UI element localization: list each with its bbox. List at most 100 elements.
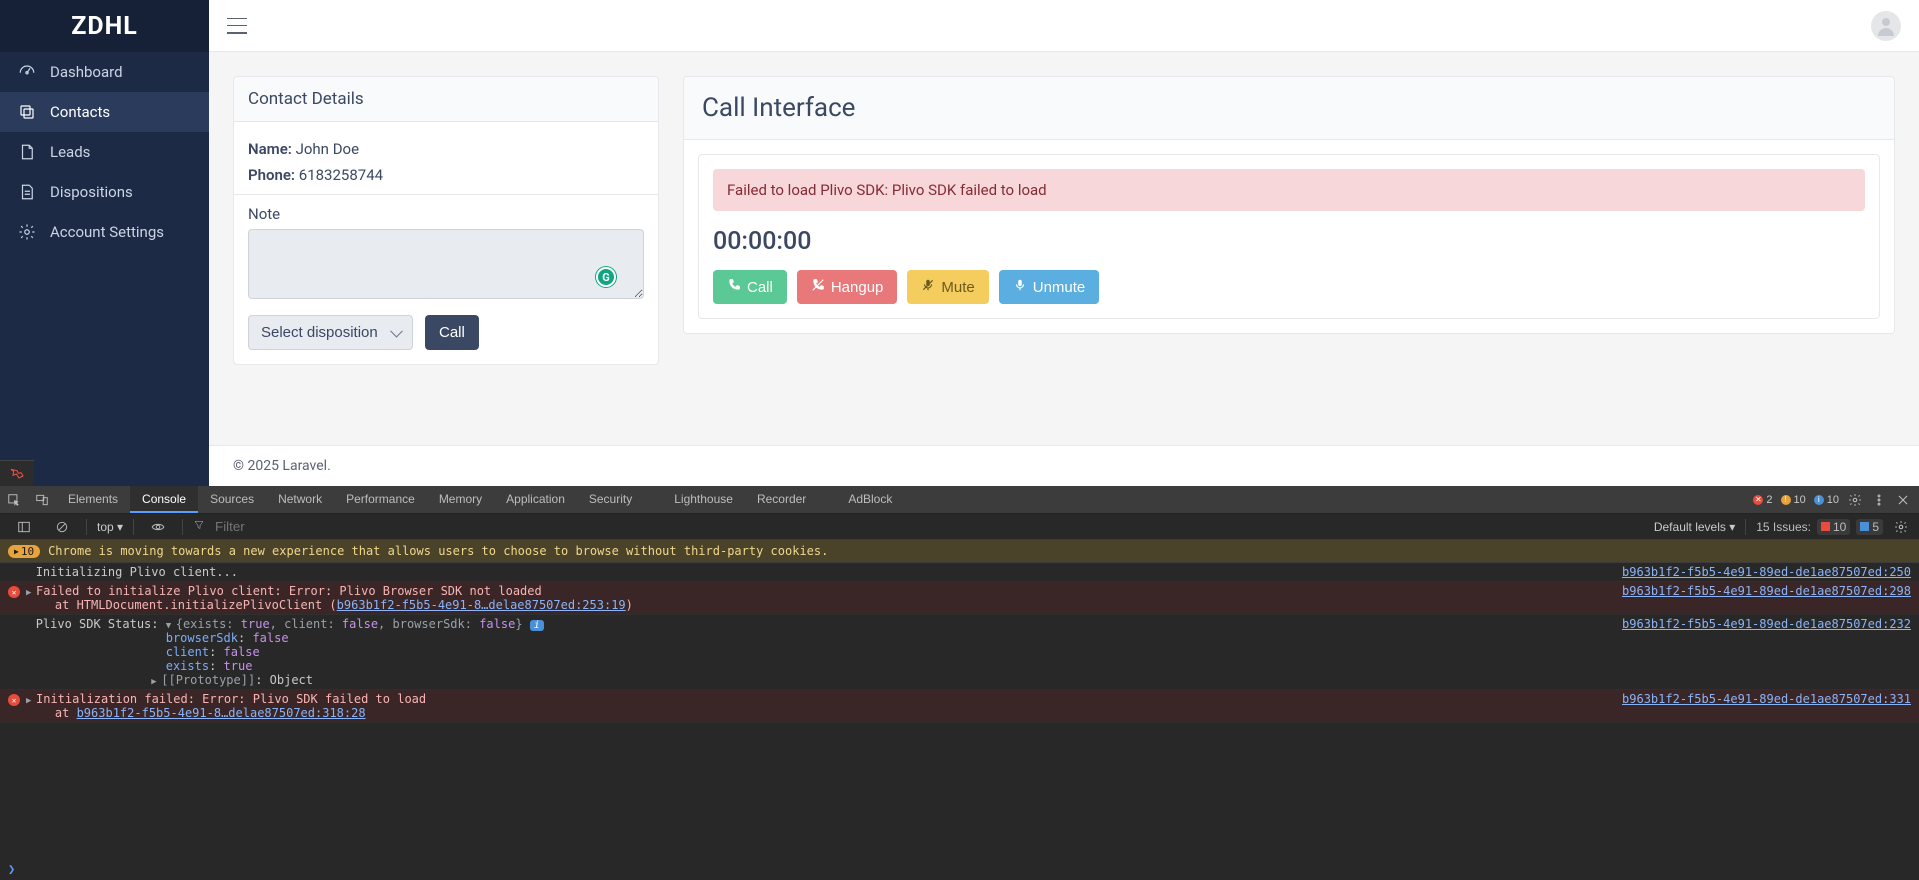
console-settings-icon[interactable] xyxy=(1893,519,1909,535)
issues-summary[interactable]: 15 Issues: 10 5 xyxy=(1756,519,1883,535)
info-badge[interactable]: i10 xyxy=(1814,494,1839,506)
tab-lighthouse[interactable]: Lighthouse xyxy=(662,486,745,513)
call-button[interactable]: Call xyxy=(425,315,479,350)
sidebar-item-dispositions[interactable]: Dispositions xyxy=(0,172,209,212)
sidebar-item-label: Dispositions xyxy=(50,183,133,201)
topbar xyxy=(209,0,1919,52)
sidebar: ZDHL Dashboard Contacts Leads Dispositio… xyxy=(0,0,209,486)
laravel-debugbar-icon[interactable] xyxy=(0,460,34,486)
stack-link[interactable]: b963b1f2-f5b5-4e91-8…delae87507ed:318:28 xyxy=(77,706,366,720)
card-header: Call Interface xyxy=(684,77,1894,140)
live-expression-icon[interactable] xyxy=(144,520,172,534)
call-interface-card: Call Interface Failed to load Plivo SDK:… xyxy=(683,76,1895,334)
name-label: Name: xyxy=(248,140,292,158)
footer: © 2025 Laravel. xyxy=(209,445,1919,486)
phone-icon xyxy=(727,278,741,296)
sidebar-item-label: Account Settings xyxy=(50,223,164,241)
button-label: Hangup xyxy=(831,279,884,296)
source-link[interactable]: b963b1f2-f5b5-4e91-89ed-de1ae87507ed:232 xyxy=(1622,617,1911,631)
grammarly-icon[interactable]: G xyxy=(596,267,616,287)
tab-memory[interactable]: Memory xyxy=(427,486,494,513)
console-prompt[interactable]: ❯ xyxy=(0,858,1919,880)
document-lines-icon xyxy=(18,183,36,201)
call-panel: Failed to load Plivo SDK: Plivo SDK fail… xyxy=(698,154,1880,319)
name-value: John Doe xyxy=(296,140,359,158)
mic-slash-icon xyxy=(921,278,935,296)
log-entry-object: Plivo SDK Status: ▼{exists: true, client… xyxy=(0,615,1919,690)
log-levels-select[interactable]: Default levels ▾ xyxy=(1654,520,1735,534)
sidebar-item-account-settings[interactable]: Account Settings xyxy=(0,212,209,252)
brand-logo: ZDHL xyxy=(0,0,209,52)
tab-sources[interactable]: Sources xyxy=(198,486,266,513)
filter-input[interactable] xyxy=(215,519,315,534)
avatar[interactable] xyxy=(1871,11,1901,41)
log-entry-error: ✕ ▶Initialization failed: Error: Plivo S… xyxy=(0,690,1919,723)
contact-name-row: Name: John Doe xyxy=(248,140,644,158)
tab-adblock[interactable]: AdBlock xyxy=(836,486,904,513)
devtools-more-icon[interactable] xyxy=(1871,492,1887,508)
error-badge[interactable]: ✕2 xyxy=(1753,494,1772,506)
note-textarea[interactable] xyxy=(248,229,644,299)
mic-icon xyxy=(1013,278,1027,296)
contact-details-card: Contact Details Name: John Doe Phone: 61… xyxy=(233,76,659,365)
stack-link[interactable]: b963b1f2-f5b5-4e91-8…delae87507ed:253:19 xyxy=(337,598,626,612)
banner-text: Chrome is moving towards a new experienc… xyxy=(48,544,828,558)
gauge-icon xyxy=(18,63,36,81)
source-link[interactable]: b963b1f2-f5b5-4e91-89ed-de1ae87507ed:331 xyxy=(1622,692,1911,706)
source-link[interactable]: b963b1f2-f5b5-4e91-89ed-de1ae87507ed:298 xyxy=(1622,584,1911,598)
button-label: Unmute xyxy=(1033,279,1086,296)
divider xyxy=(234,194,658,195)
console-sidebar-toggle-icon[interactable] xyxy=(10,520,38,534)
tab-security[interactable]: Security xyxy=(577,486,644,513)
tab-application[interactable]: Application xyxy=(494,486,577,513)
cookie-banner: 10 Chrome is moving towards a new experi… xyxy=(0,540,1919,563)
sidebar-item-dashboard[interactable]: Dashboard xyxy=(0,52,209,92)
document-icon xyxy=(18,143,36,161)
devtools-tabs: Elements Console Sources Network Perform… xyxy=(0,486,1919,514)
warning-badge[interactable]: !10 xyxy=(1781,494,1806,506)
source-link[interactable]: b963b1f2-f5b5-4e91-89ed-de1ae87507ed:250 xyxy=(1622,565,1911,579)
context-selector[interactable]: top ▾ xyxy=(97,520,123,534)
inspect-icon[interactable] xyxy=(0,486,28,513)
devtools-settings-icon[interactable] xyxy=(1847,492,1863,508)
button-label: Call xyxy=(747,279,773,296)
sidebar-item-leads[interactable]: Leads xyxy=(0,132,209,172)
clear-console-icon[interactable] xyxy=(48,520,76,534)
sidebar-item-label: Contacts xyxy=(50,103,110,121)
tab-console[interactable]: Console xyxy=(130,486,198,513)
phone-value: 6183258744 xyxy=(299,166,383,184)
copy-icon xyxy=(18,103,36,121)
device-toggle-icon[interactable] xyxy=(28,486,56,513)
devtools-close-icon[interactable] xyxy=(1895,492,1911,508)
console-toolbar: top ▾ Default levels ▾ 15 Issues: 10 5 xyxy=(0,514,1919,540)
unmute-button[interactable]: Unmute xyxy=(999,270,1100,304)
tab-elements[interactable]: Elements xyxy=(56,486,130,513)
contact-phone-row: Phone: 6183258744 xyxy=(248,166,644,184)
mute-button[interactable]: Mute xyxy=(907,270,988,304)
sidebar-item-contacts[interactable]: Contacts xyxy=(0,92,209,132)
hamburger-icon[interactable] xyxy=(227,18,247,34)
disposition-select[interactable]: Select disposition xyxy=(248,315,413,350)
phone-label: Phone: xyxy=(248,166,295,184)
hangup-button[interactable]: Hangup xyxy=(797,270,898,304)
log-entry: Initializing Plivo client... b963b1f2-f5… xyxy=(0,563,1919,582)
filter-icon xyxy=(193,519,205,534)
tab-recorder[interactable]: Recorder xyxy=(745,486,818,513)
error-icon: ✕ xyxy=(8,586,20,598)
banner-count[interactable]: 10 xyxy=(8,545,40,558)
console-log[interactable]: Initializing Plivo client... b963b1f2-f5… xyxy=(0,563,1919,858)
sidebar-item-label: Dashboard xyxy=(50,63,123,81)
sidebar-item-label: Leads xyxy=(50,143,90,161)
info-icon[interactable]: i xyxy=(530,620,544,631)
content: Contact Details Name: John Doe Phone: 61… xyxy=(209,52,1919,445)
app-shell: ZDHL Dashboard Contacts Leads Dispositio… xyxy=(0,0,1919,486)
tab-network[interactable]: Network xyxy=(266,486,334,513)
tab-performance[interactable]: Performance xyxy=(334,486,427,513)
main-area: Contact Details Name: John Doe Phone: 61… xyxy=(209,0,1919,486)
card-header: Contact Details xyxy=(234,77,658,122)
call-timer: 00:00:00 xyxy=(713,227,1865,256)
note-label: Note xyxy=(248,205,644,223)
error-alert: Failed to load Plivo SDK: Plivo SDK fail… xyxy=(713,169,1865,211)
button-label: Mute xyxy=(941,279,974,296)
call-action-button[interactable]: Call xyxy=(713,270,787,304)
